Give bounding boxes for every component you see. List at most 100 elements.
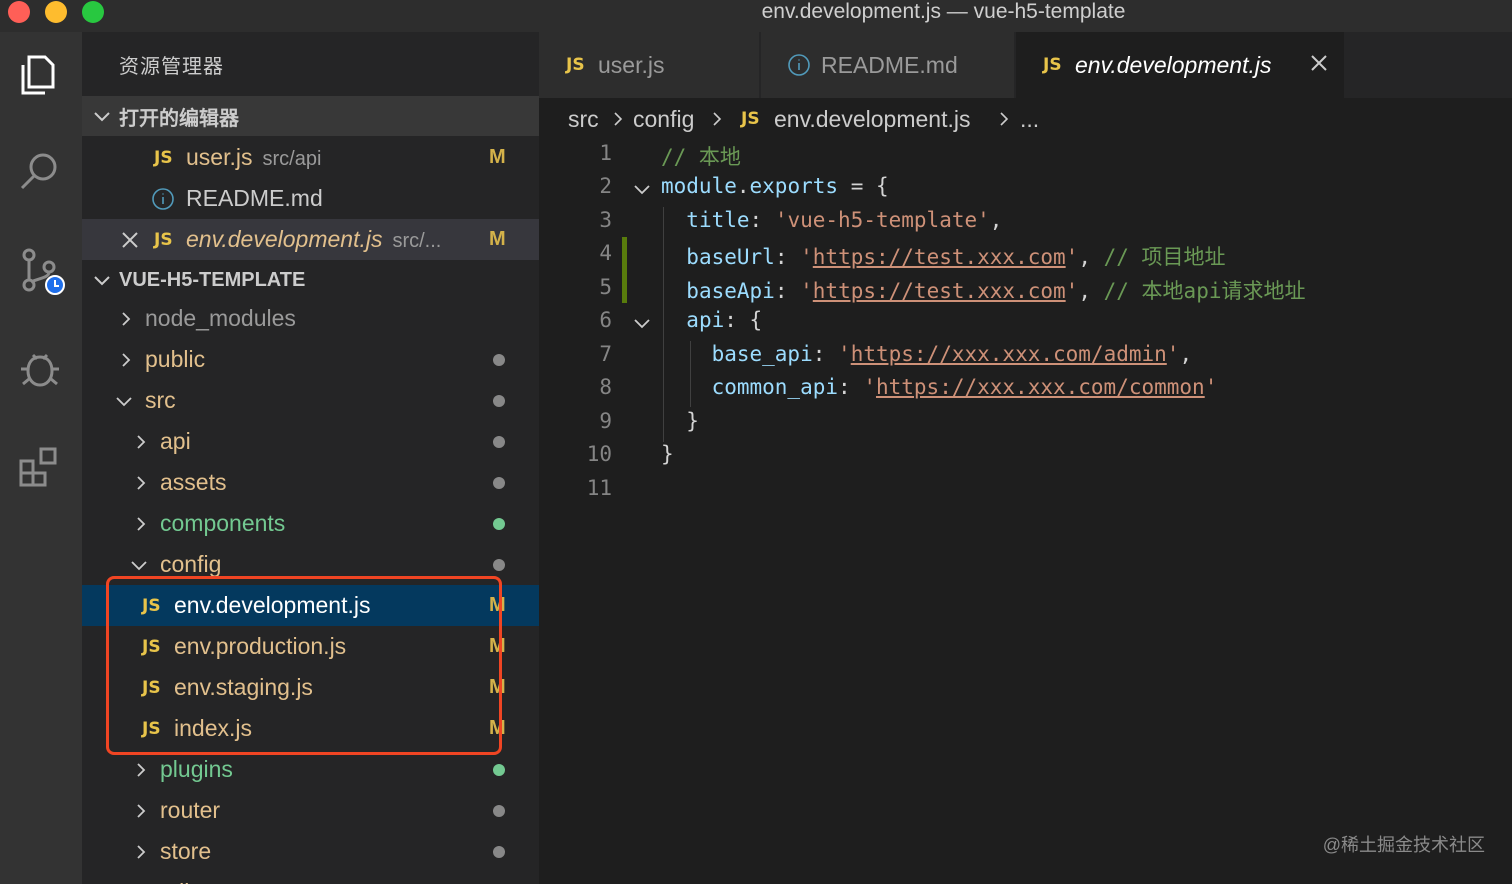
line-number: 9	[599, 409, 612, 433]
tree-folder-node_modules[interactable]: node_modules	[82, 298, 539, 339]
close-icon[interactable]	[119, 229, 141, 251]
code-line: common_api: 'https://xxx.xxx.com/common'	[711, 375, 1218, 399]
chevron-right-icon	[137, 762, 146, 777]
tab-bar: JS user.js README.md JS env.development.…	[539, 32, 1512, 98]
line-number: 2	[599, 174, 612, 198]
open-editors-header[interactable]: 打开的编辑器	[82, 96, 539, 136]
open-editors-label: 打开的编辑器	[119, 107, 239, 130]
chevron-right-icon	[614, 112, 623, 126]
code-line: api: {	[686, 308, 763, 332]
tab-label: README.md	[821, 51, 958, 78]
tree-label: plugins	[160, 756, 233, 782]
title-bar: env.development.js — vue-h5-template	[0, 0, 1512, 32]
tree-folder-plugins[interactable]: plugins	[82, 749, 539, 790]
source-control-icon[interactable]	[12, 242, 68, 298]
js-file-icon: JS	[154, 147, 173, 168]
tree-label: components	[160, 510, 286, 536]
explorer-sidebar: 资源管理器 打开的编辑器 JS user.js src/api M README.…	[82, 32, 539, 884]
open-editor-name: env.development.js	[186, 226, 383, 252]
modified-dot	[493, 845, 505, 858]
js-file-icon: JS	[154, 229, 173, 250]
chevron-down-icon	[94, 276, 110, 286]
line-number: 1	[599, 141, 612, 165]
tree-folder-store[interactable]: store	[82, 831, 539, 872]
chevron-right-icon	[137, 434, 146, 449]
untracked-dot	[493, 763, 505, 776]
line-number: 8	[599, 375, 612, 399]
debug-icon[interactable]	[12, 340, 68, 396]
modified-dot	[493, 804, 505, 817]
breadcrumb-item[interactable]: src	[568, 106, 599, 133]
activity-bar	[0, 32, 82, 884]
open-editor-item[interactable]: JS env.development.js src/... M	[82, 219, 539, 260]
open-editor-path: src/api	[262, 148, 322, 170]
modified-badge: M	[489, 228, 506, 250]
tab-user-js[interactable]: JS user.js	[539, 32, 760, 98]
explorer-icon[interactable]	[12, 46, 68, 102]
line-number: 10	[586, 442, 612, 466]
chevron-right-icon	[137, 475, 146, 490]
chevron-down-icon	[116, 396, 132, 406]
open-editor-name: user.js	[186, 144, 253, 170]
code-line: baseApi: 'https://test.xxx.com', // 本地ap…	[686, 279, 1306, 303]
breadcrumb-item[interactable]: env.development.js	[774, 106, 970, 133]
line-number: 5	[599, 275, 612, 299]
chevron-down-icon	[94, 112, 110, 122]
tab-readme[interactable]: README.md	[761, 32, 1015, 98]
modified-dot	[493, 394, 505, 407]
js-file-icon: JS	[741, 109, 760, 129]
code-line: // 本地	[661, 145, 741, 169]
line-number: 3	[599, 208, 612, 232]
fold-chevron-icon[interactable]	[631, 179, 653, 201]
code-line: baseUrl: 'https://test.xxx.com', // 项目地址	[686, 245, 1226, 269]
tree-folder-router[interactable]: router	[82, 790, 539, 831]
tree-label: router	[160, 797, 221, 823]
project-header[interactable]: VUE-H5-TEMPLATE	[82, 260, 539, 300]
search-icon[interactable]	[12, 144, 68, 200]
line-number: 4	[599, 241, 612, 265]
tree-label: config	[160, 551, 222, 577]
tree-folder-assets[interactable]: assets	[82, 462, 539, 503]
editor-area: JS user.js README.md JS env.development.…	[539, 32, 1512, 884]
tab-env-development[interactable]: JS env.development.js	[1016, 32, 1345, 98]
tree-folder-components[interactable]: components	[82, 503, 539, 544]
tree-label: store	[160, 838, 212, 864]
window-title: env.development.js — vue-h5-template	[761, 0, 1126, 23]
modified-dot	[493, 353, 505, 366]
fold-chevron-icon[interactable]	[631, 313, 653, 335]
tree-label: public	[145, 346, 206, 372]
tree-folder-api[interactable]: api	[82, 421, 539, 462]
tree-folder-src[interactable]: src	[82, 380, 539, 421]
open-editor-item[interactable]: JS user.js src/api M	[82, 137, 539, 178]
open-editor-name: README.md	[186, 185, 323, 211]
highlight-box	[106, 576, 502, 755]
line-number: 11	[586, 476, 612, 500]
tree-label: api	[160, 428, 191, 454]
extensions-icon[interactable]	[12, 438, 68, 494]
modified-dot	[493, 435, 505, 448]
chevron-right-icon	[713, 112, 722, 126]
open-editor-item[interactable]: README.md	[82, 178, 539, 219]
tree-folder-public[interactable]: public	[82, 339, 539, 380]
breadcrumb-item[interactable]: config	[633, 106, 694, 133]
code-line: title: 'vue-h5-template',	[686, 208, 1003, 232]
modified-dot	[493, 558, 505, 571]
chevron-right-icon	[1000, 112, 1009, 126]
line-number: 6	[599, 308, 612, 332]
line-number: 7	[599, 342, 612, 366]
tree-folder-utils[interactable]: utils	[82, 872, 539, 884]
chevron-down-icon	[131, 560, 147, 570]
code-line: base_api: 'https://xxx.xxx.com/admin',	[711, 342, 1193, 366]
modified-dot	[493, 476, 505, 489]
tree-label: utils	[160, 879, 201, 884]
close-icon[interactable]	[1308, 52, 1330, 74]
chevron-right-icon	[137, 844, 146, 859]
project-label: VUE-H5-TEMPLATE	[119, 268, 306, 291]
breadcrumb: src config JS env.development.js ...	[539, 98, 1512, 140]
modified-badge: M	[489, 146, 506, 168]
code-line: module.exports = {	[661, 174, 889, 198]
chevron-right-icon	[122, 352, 131, 367]
tab-label: user.js	[598, 51, 665, 78]
tab-label: env.development.js	[1075, 51, 1272, 78]
breadcrumb-item[interactable]: ...	[1020, 106, 1039, 133]
